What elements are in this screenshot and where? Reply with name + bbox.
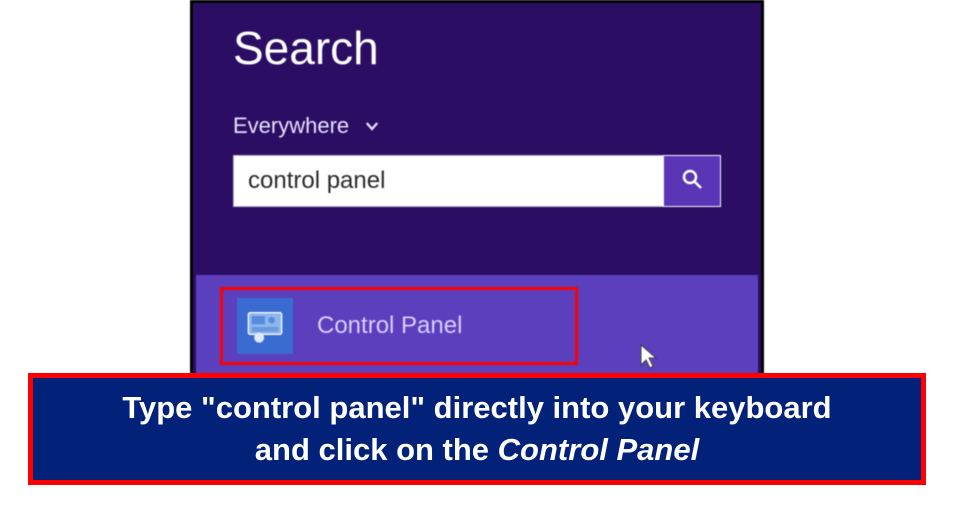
search-icon [680,167,704,196]
search-input[interactable] [233,155,663,207]
search-title: Search [233,21,761,75]
caption-text: Type "control panel" directly into your … [122,387,831,471]
control-panel-icon [237,298,293,354]
search-button[interactable] [663,155,721,207]
search-results-area: Control Panel [196,275,758,374]
search-row [233,155,721,207]
search-charm-panel: Search Everywhere [190,0,764,380]
instruction-caption: Type "control panel" directly into your … [28,373,926,485]
search-scope-label: Everywhere [233,113,349,139]
result-label: Control Panel [317,312,462,340]
chevron-down-icon [363,117,381,135]
search-scope-dropdown[interactable]: Everywhere [233,113,761,139]
result-control-panel[interactable]: Control Panel [220,287,578,365]
